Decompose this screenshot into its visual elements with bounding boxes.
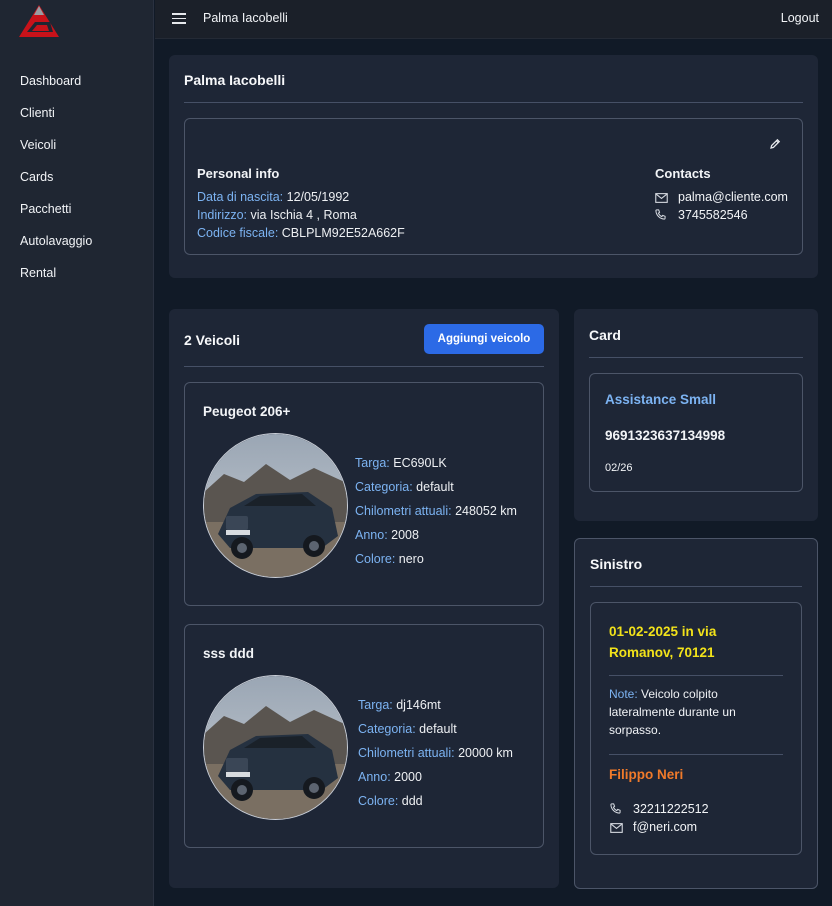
card-expiry: 02/26 xyxy=(605,462,633,474)
plate-label: Targa: xyxy=(355,456,390,470)
divider xyxy=(184,366,544,367)
personal-info-title: Personal info xyxy=(197,166,280,181)
category-label: Categoria: xyxy=(355,480,413,494)
sidebar-item-autolavaggio[interactable]: Autolavaggio xyxy=(20,232,92,264)
vehicle-photo xyxy=(203,675,348,820)
phone-icon xyxy=(610,803,621,814)
vehicle-category-row: Categoria: default xyxy=(358,722,457,736)
km-value: 248052 km xyxy=(455,504,517,518)
vehicle-name: sss ddd xyxy=(203,646,255,661)
contact-phone[interactable]: 3745582546 xyxy=(678,208,748,222)
plate-value: dj146mt xyxy=(396,698,441,712)
km-label: Chilometri attuali: xyxy=(358,746,455,760)
card-title: Card xyxy=(589,327,621,343)
claim-event-line-2: Romanov, 70121 xyxy=(609,645,715,660)
vehicle-category-row: Categoria: default xyxy=(355,480,454,494)
vehicle-photo xyxy=(203,433,348,578)
divider xyxy=(184,102,803,103)
vehicle-color-row: Colore: ddd xyxy=(358,794,423,808)
card-name: Assistance Small xyxy=(605,392,717,407)
current-user-name: Palma Iacobelli xyxy=(203,11,288,25)
vehicles-title: 2 Veicoli xyxy=(184,332,241,348)
mail-icon xyxy=(655,193,668,203)
sidebar-nav: Dashboard Clienti Veicoli Cards Pacchett… xyxy=(20,72,92,296)
note-text: Veicolo colpito xyxy=(641,687,718,701)
year-value: 2008 xyxy=(391,528,419,542)
birth-date-row: Data di nascita: 12/05/1992 xyxy=(197,190,349,204)
car-photo-image xyxy=(204,676,347,819)
sidebar-item-clienti[interactable]: Clienti xyxy=(20,104,92,136)
category-value: default xyxy=(416,480,454,494)
divider xyxy=(609,675,783,676)
contact-email[interactable]: palma@cliente.com xyxy=(678,190,788,204)
sidebar-item-cards[interactable]: Cards xyxy=(20,168,92,200)
profile-title: Palma Iacobelli xyxy=(184,72,286,88)
year-label: Anno: xyxy=(355,528,388,542)
claim-note-line-2: lateralmente durante un xyxy=(609,705,736,719)
claim-note-line-3: sorpasso. xyxy=(609,723,662,737)
sidebar-item-pacchetti[interactable]: Pacchetti xyxy=(20,200,92,232)
vehicle-year-row: Anno: 2008 xyxy=(355,528,419,542)
claim-note-line-1: Note: Veicolo colpito xyxy=(609,687,718,701)
fiscal-code-value: CBLPLM92E52A662F xyxy=(281,226,405,240)
color-value: ddd xyxy=(401,794,423,808)
divider xyxy=(590,586,802,587)
sidebar: Dashboard Clienti Veicoli Cards Pacchett… xyxy=(0,0,154,906)
color-value: nero xyxy=(398,552,424,566)
sidebar-item-rental[interactable]: Rental xyxy=(20,264,92,296)
add-vehicle-button[interactable]: Aggiungi veicolo xyxy=(424,324,544,354)
color-label: Colore: xyxy=(358,794,399,808)
claim-contact-email[interactable]: f@neri.com xyxy=(633,820,697,834)
car-photo-image xyxy=(204,434,347,577)
birth-date-label: Data di nascita: xyxy=(197,190,284,204)
category-label: Categoria: xyxy=(358,722,416,736)
address-row: Indirizzo: via Ischia 4 , Roma xyxy=(197,208,357,222)
address-label: Indirizzo: xyxy=(197,208,248,222)
year-label: Anno: xyxy=(358,770,391,784)
claim-event-line-1: 01-02-2025 in via xyxy=(609,624,717,639)
logout-button[interactable]: Logout xyxy=(781,11,819,25)
vehicle-km-row: Chilometri attuali: 20000 km xyxy=(358,746,513,760)
km-label: Chilometri attuali: xyxy=(355,504,452,518)
claim-contact-name: Filippo Neri xyxy=(609,767,684,782)
year-value: 2000 xyxy=(394,770,422,784)
top-bar: Palma Iacobelli Logout xyxy=(155,0,832,39)
claim-title: Sinistro xyxy=(590,556,643,572)
mail-icon xyxy=(610,823,623,833)
category-value: default xyxy=(419,722,457,736)
vehicle-year-row: Anno: 2000 xyxy=(358,770,422,784)
claim-contact-phone[interactable]: 32211222512 xyxy=(633,802,709,816)
birth-date-value: 12/05/1992 xyxy=(286,190,350,204)
color-label: Colore: xyxy=(355,552,396,566)
fiscal-code-row: Codice fiscale: CBLPLM92E52A662F xyxy=(197,226,405,240)
km-value: 20000 km xyxy=(458,746,513,760)
plate-value: EC690LK xyxy=(393,456,447,470)
address-value: via Ischia 4 , Roma xyxy=(250,208,357,222)
contacts-title: Contacts xyxy=(655,166,711,181)
sidebar-item-dashboard[interactable]: Dashboard xyxy=(20,72,92,104)
phone-icon xyxy=(655,209,666,220)
vehicle-plate-row: Targa: EC690LK xyxy=(355,456,447,470)
note-label: Note: xyxy=(609,687,638,701)
fiscal-code-label: Codice fiscale: xyxy=(197,226,279,240)
edit-pencil-icon[interactable] xyxy=(769,138,781,150)
card-number: 9691323637134998 xyxy=(605,428,726,443)
plate-label: Targa: xyxy=(358,698,393,712)
vehicle-plate-row: Targa: dj146mt xyxy=(358,698,441,712)
vehicle-name: Peugeot 206+ xyxy=(203,404,291,419)
hamburger-menu-icon[interactable] xyxy=(172,13,186,24)
vehicle-color-row: Colore: nero xyxy=(355,552,424,566)
divider xyxy=(609,754,783,755)
divider xyxy=(589,357,803,358)
vehicle-km-row: Chilometri attuali: 248052 km xyxy=(355,504,517,518)
brand-logo[interactable] xyxy=(16,2,62,38)
sidebar-item-veicoli[interactable]: Veicoli xyxy=(20,136,92,168)
